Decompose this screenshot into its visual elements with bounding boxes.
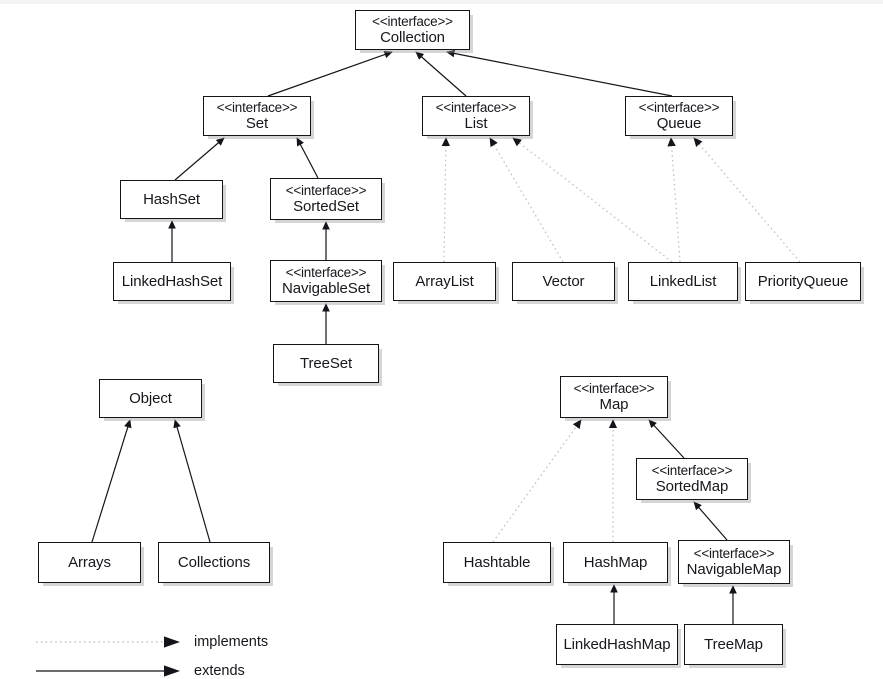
edge-vector-to-list bbox=[489, 137, 564, 263]
edge-linkedlist-to-list bbox=[512, 137, 673, 263]
uml-node-stereotype: <<interface>> bbox=[638, 100, 720, 115]
legend-implements-line bbox=[36, 634, 184, 650]
uml-node-arraylist[interactable]: ArrayList bbox=[393, 262, 496, 301]
uml-node-label: Map bbox=[599, 396, 629, 413]
legend-extends-label: extends bbox=[194, 663, 245, 679]
uml-node-label: Queue bbox=[656, 115, 702, 132]
uml-node-stereotype: <<interface>> bbox=[435, 100, 517, 115]
uml-node-stereotype: <<interface>> bbox=[285, 183, 367, 198]
uml-node-label: Collection bbox=[380, 29, 445, 46]
uml-node-label: NavigableMap bbox=[686, 561, 782, 578]
uml-node-hashmap[interactable]: HashMap bbox=[563, 542, 668, 583]
uml-node-label: Arrays bbox=[68, 554, 111, 571]
edge-collections-to-object bbox=[173, 419, 211, 543]
uml-node-label: LinkedHashMap bbox=[563, 636, 671, 653]
edge-sortedmap-to-map bbox=[648, 419, 685, 459]
uml-node-sortedmap[interactable]: <<interface>> SortedMap bbox=[636, 458, 748, 500]
legend-extends-line bbox=[36, 663, 184, 679]
uml-node-list[interactable]: <<interface>> List bbox=[422, 96, 530, 136]
uml-node-sortedset[interactable]: <<interface>> SortedSet bbox=[270, 178, 382, 220]
edge-hashset-to-set bbox=[174, 137, 225, 181]
edge-arraylist-to-list bbox=[441, 137, 451, 263]
uml-node-navigablemap[interactable]: <<interface>> NavigableMap bbox=[678, 540, 790, 584]
uml-node-label: Set bbox=[245, 115, 269, 132]
uml-node-treeset[interactable]: TreeSet bbox=[273, 344, 379, 383]
uml-node-stereotype: <<interface>> bbox=[651, 463, 733, 478]
legend-item-extends: extends bbox=[36, 663, 245, 679]
edge-priorityqueue-to-queue bbox=[693, 137, 801, 263]
uml-node-arrays[interactable]: Arrays bbox=[38, 542, 141, 583]
uml-node-queue[interactable]: <<interface>> Queue bbox=[625, 96, 733, 136]
uml-node-label: HashSet bbox=[143, 191, 200, 208]
uml-node-label: SortedMap bbox=[655, 478, 729, 495]
uml-node-label: List bbox=[464, 115, 488, 132]
uml-node-stereotype: <<interface>> bbox=[372, 14, 453, 29]
uml-node-stereotype: <<interface>> bbox=[693, 546, 775, 561]
legend-item-implements: implements bbox=[36, 634, 268, 650]
uml-node-map[interactable]: <<interface>> Map bbox=[560, 376, 668, 418]
uml-node-navigableset[interactable]: <<interface>> NavigableSet bbox=[270, 260, 382, 302]
uml-node-label: Object bbox=[129, 390, 172, 407]
uml-node-set[interactable]: <<interface>> Set bbox=[203, 96, 311, 136]
uml-node-label: LinkedList bbox=[649, 273, 717, 290]
uml-node-label: HashMap bbox=[583, 554, 648, 571]
uml-node-linkedlist[interactable]: LinkedList bbox=[628, 262, 738, 301]
uml-node-stereotype: <<interface>> bbox=[573, 381, 655, 396]
uml-node-label: TreeSet bbox=[299, 355, 353, 372]
uml-node-linkedhashmap[interactable]: LinkedHashMap bbox=[556, 624, 678, 665]
uml-node-stereotype: <<interface>> bbox=[216, 100, 298, 115]
uml-node-label: TreeMap bbox=[704, 636, 763, 653]
uml-node-collections[interactable]: Collections bbox=[158, 542, 270, 583]
uml-node-hashtable[interactable]: Hashtable bbox=[443, 542, 551, 583]
uml-node-vector[interactable]: Vector bbox=[512, 262, 615, 301]
uml-node-collection[interactable]: <<interface>> Collection bbox=[355, 10, 470, 50]
edge-sortedset-to-set bbox=[296, 137, 319, 179]
uml-node-label: PriorityQueue bbox=[757, 273, 849, 290]
uml-node-hashset[interactable]: HashSet bbox=[120, 180, 223, 219]
edge-linkedlist-to-queue bbox=[667, 137, 681, 263]
uml-node-label: Collections bbox=[177, 554, 251, 571]
uml-node-label: SortedSet bbox=[293, 198, 359, 215]
uml-node-treemap[interactable]: TreeMap bbox=[684, 624, 783, 665]
edge-hashtable-to-map bbox=[492, 419, 582, 543]
edge-navigablemap-to-sortedmap bbox=[693, 501, 728, 541]
uml-diagram-canvas: <<interface>> Collection <<interface>> Set <… bbox=[0, 0, 883, 679]
edge-arrays-to-object bbox=[91, 419, 132, 543]
uml-node-object[interactable]: Object bbox=[99, 379, 202, 418]
edge-list-to-collection bbox=[415, 51, 467, 97]
uml-node-priorityqueue[interactable]: PriorityQueue bbox=[745, 262, 861, 301]
legend-implements-label: implements bbox=[194, 634, 269, 650]
uml-node-label: Hashtable bbox=[463, 554, 531, 571]
edge-set-to-collection bbox=[267, 50, 393, 97]
uml-node-label: NavigableSet bbox=[281, 280, 371, 297]
uml-node-label: ArrayList bbox=[415, 273, 474, 290]
edge-queue-to-collection bbox=[446, 49, 673, 97]
uml-node-linkedhashset[interactable]: LinkedHashSet bbox=[113, 262, 231, 301]
top-edge-strip bbox=[0, 0, 883, 4]
uml-node-label: Vector bbox=[542, 273, 585, 290]
uml-node-label: LinkedHashSet bbox=[121, 273, 223, 290]
uml-node-stereotype: <<interface>> bbox=[285, 265, 367, 280]
